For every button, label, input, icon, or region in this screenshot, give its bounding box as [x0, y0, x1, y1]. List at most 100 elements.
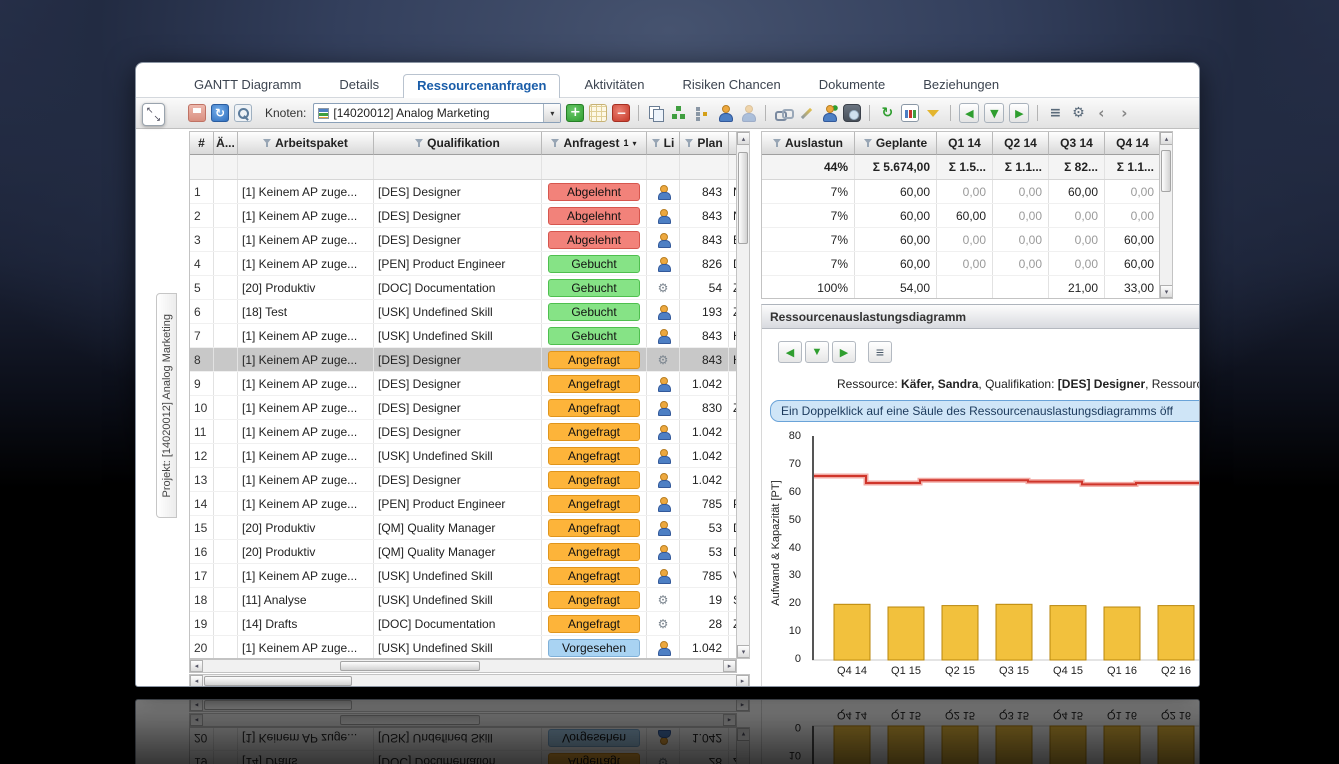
- request-row[interactable]: 12 [1] Keinem AP zuge... [USK] Undefined S…: [190, 444, 738, 468]
- request-row[interactable]: 6 [18] Test [USK] Undefined Skill Gebucht 19…: [190, 300, 738, 324]
- request-row[interactable]: 20 [1] Keinem AP zuge... [USK] Undefined S…: [190, 636, 738, 658]
- chart-bar[interactable]: [887, 606, 925, 661]
- scroll-left-button[interactable]: ◂: [190, 660, 203, 672]
- project-side-tab[interactable]: Projekt: [14020012] Analog Marketing: [156, 293, 177, 518]
- chart-bar[interactable]: [833, 603, 871, 661]
- request-row[interactable]: 3 [1] Keinem AP zuge... [DES] Designer Abge…: [190, 228, 738, 252]
- request-row[interactable]: 7 [1] Keinem AP zuge... [USK] Undefined Sk…: [190, 324, 738, 348]
- column-header-geplante[interactable]: Geplante: [855, 132, 937, 155]
- allocation-row[interactable]: 7% 60,00 60,00 0,00 0,00 0,00: [762, 204, 1161, 228]
- scroll-right-button[interactable]: ▸: [736, 675, 749, 686]
- scroll-up-button[interactable]: ▴: [1160, 132, 1172, 145]
- filter-icon[interactable]: [415, 138, 424, 148]
- scroll-left-button[interactable]: ◂: [190, 675, 203, 686]
- expand-window-button[interactable]: [142, 103, 165, 126]
- refresh-icon[interactable]: [211, 104, 229, 122]
- nav-first-icon[interactable]: [959, 103, 980, 123]
- request-row[interactable]: 1 [1] Keinem AP zuge... [DES] Designer Abge…: [190, 180, 738, 204]
- scrollbar-thumb[interactable]: [340, 661, 480, 671]
- add-icon[interactable]: [566, 104, 585, 122]
- remove-icon[interactable]: [612, 104, 631, 122]
- column-header-lieferant[interactable]: Li: [647, 132, 680, 155]
- save-icon[interactable]: [188, 104, 206, 122]
- scrollbar-thumb[interactable]: [738, 152, 748, 244]
- request-row[interactable]: 13 [1] Keinem AP zuge... [DES] Designer Ang…: [190, 468, 738, 492]
- filter-icon[interactable]: [651, 138, 661, 148]
- request-row[interactable]: 19 [14] Drafts [DOC] Documentation Angefrag…: [190, 612, 738, 636]
- tab-gantt-diagramm[interactable]: GANTT Diagramm: [180, 73, 315, 97]
- scroll-down-button[interactable]: ▾: [1160, 285, 1172, 298]
- request-row[interactable]: 11 [1] Keinem AP zuge... [DES] Designer Ang…: [190, 420, 738, 444]
- allocation-row[interactable]: 100% 54,00 21,00 33,00: [762, 276, 1161, 298]
- column-header-q2-14[interactable]: Q2 14: [993, 132, 1049, 155]
- column-header-plan[interactable]: Plan: [680, 132, 729, 155]
- funnel-icon[interactable]: [924, 104, 942, 122]
- chart-icon[interactable]: [901, 104, 920, 122]
- chart-first-button[interactable]: ◀: [778, 341, 802, 363]
- column-header-arbeitspaket[interactable]: Arbeitspaket: [238, 132, 374, 155]
- column-header-q3-14[interactable]: Q3 14: [1049, 132, 1105, 155]
- node-dropdown-button[interactable]: ▾: [543, 104, 561, 122]
- allocation-row[interactable]: 7% 60,00 0,00 0,00 0,00 60,00: [762, 228, 1161, 252]
- edit-grid-icon[interactable]: [589, 104, 608, 122]
- request-row[interactable]: 15 [20] Produktiv [QM] Quality Manager Ange…: [190, 516, 738, 540]
- sort-arrow-icon[interactable]: ▾: [633, 139, 637, 148]
- request-row[interactable]: 8 [1] Keinem AP zuge... [DES] Designer Ange…: [190, 348, 738, 372]
- scrollbar-thumb[interactable]: [204, 676, 352, 686]
- filter-icon[interactable]: [263, 138, 272, 148]
- column-header-auslastung[interactable]: Auslastun: [762, 132, 855, 155]
- scroll-right-button[interactable]: ▸: [723, 660, 736, 672]
- request-row[interactable]: 18 [11] Analyse [USK] Undefined Skill Angef…: [190, 588, 738, 612]
- copy-icon[interactable]: [647, 104, 665, 122]
- allocation-vertical-scrollbar[interactable]: ▴ ▾: [1159, 132, 1172, 298]
- org-tree-icon[interactable]: [670, 104, 688, 122]
- chart-bar[interactable]: [941, 605, 979, 661]
- column-header-q4-14[interactable]: Q4 14: [1105, 132, 1161, 155]
- overflow-prev-icon[interactable]: [1092, 104, 1110, 122]
- tab-aktivit-ten[interactable]: Aktivitäten: [570, 73, 658, 97]
- gear-icon[interactable]: [1069, 104, 1087, 122]
- redo-icon[interactable]: [878, 104, 896, 122]
- allocation-row[interactable]: 7% 60,00 0,00 0,00 60,00 0,00: [762, 180, 1161, 204]
- wand-icon[interactable]: [797, 104, 815, 122]
- link-edit-icon[interactable]: [774, 104, 795, 122]
- request-row[interactable]: 4 [1] Keinem AP zuge... [PEN] Product Engi…: [190, 252, 738, 276]
- chart-bar[interactable]: [1103, 606, 1141, 661]
- person-off-icon[interactable]: [739, 104, 757, 122]
- nav-down-icon[interactable]: [984, 103, 1005, 123]
- nav-last-icon[interactable]: [1009, 103, 1030, 123]
- column-header-q1-14[interactable]: Q1 14: [937, 132, 993, 155]
- column-header-anfragestatus[interactable]: Anfragest 1 ▾: [542, 132, 647, 155]
- tab-beziehungen[interactable]: Beziehungen: [909, 73, 1013, 97]
- filter-icon[interactable]: [863, 138, 873, 148]
- allocation-row[interactable]: 7% 60,00 0,00 0,00 0,00 60,00: [762, 252, 1161, 276]
- request-row[interactable]: 14 [1] Keinem AP zuge... [PEN] Product Eng…: [190, 492, 738, 516]
- filter-icon[interactable]: [685, 138, 694, 148]
- node-select[interactable]: [14020012] Analog Marketing ▾: [313, 103, 562, 123]
- chart-bar[interactable]: [995, 603, 1033, 661]
- chart-bar[interactable]: [1049, 605, 1087, 661]
- zoom-icon[interactable]: [234, 104, 252, 122]
- request-row[interactable]: 2 [1] Keinem AP zuge... [DES] Designer Abge…: [190, 204, 738, 228]
- request-row[interactable]: 9 [1] Keinem AP zuge... [DES] Designer Ange…: [190, 372, 738, 396]
- tree-icon[interactable]: [693, 104, 711, 122]
- tab-risiken-chancen[interactable]: Risiken Chancen: [668, 73, 794, 97]
- chart-bar[interactable]: [1157, 605, 1195, 661]
- scroll-down-button[interactable]: ▾: [737, 645, 749, 658]
- tab-dokumente[interactable]: Dokumente: [805, 73, 899, 97]
- overflow-next-icon[interactable]: [1115, 104, 1133, 122]
- request-row[interactable]: 10 [1] Keinem AP zuge... [DES] Designer Ang…: [190, 396, 738, 420]
- filter-icon[interactable]: [551, 138, 560, 148]
- tree-list-icon[interactable]: [1046, 104, 1064, 122]
- tab-details[interactable]: Details: [325, 73, 393, 97]
- camera-icon[interactable]: [843, 104, 862, 122]
- scrollbar-thumb[interactable]: [1161, 150, 1171, 192]
- chart-list-button[interactable]: ≡: [868, 341, 892, 363]
- scroll-up-button[interactable]: ▴: [737, 132, 749, 145]
- requests-vertical-scrollbar[interactable]: ▴ ▾: [736, 132, 749, 658]
- filter-icon[interactable]: [772, 138, 782, 148]
- request-row[interactable]: 17 [1] Keinem AP zuge... [USK] Undefined S…: [190, 564, 738, 588]
- chart-down-button[interactable]: ▼: [805, 341, 829, 363]
- person-icon[interactable]: [716, 104, 734, 122]
- request-row[interactable]: 16 [20] Produktiv [QM] Quality Manager Ange…: [190, 540, 738, 564]
